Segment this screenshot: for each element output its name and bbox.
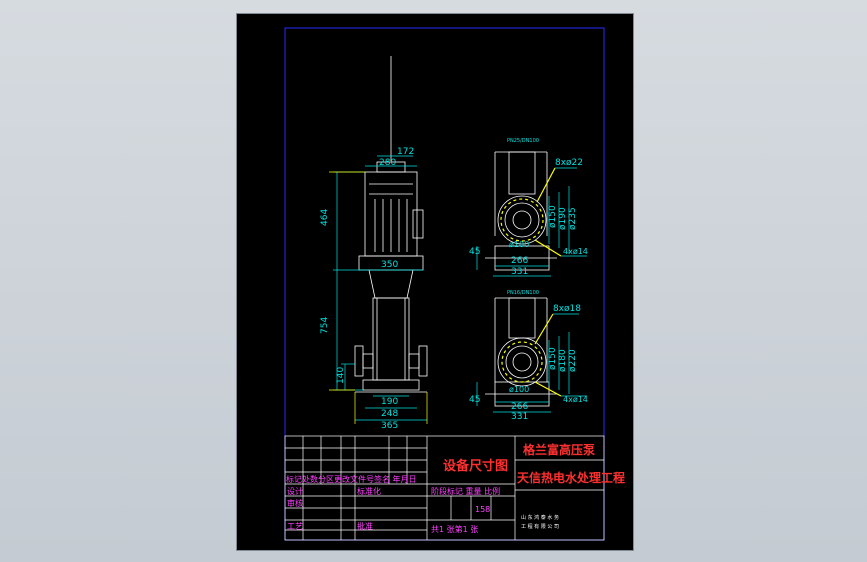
dim-45-top: 45	[469, 247, 480, 257]
dim-190: 190	[381, 397, 398, 407]
dim-d190: ø190	[558, 207, 568, 230]
dim-d100-top: ø100	[509, 240, 529, 249]
cad-viewport[interactable]: 172 280 464 350 754 140 190 248 365 PN25…	[0, 0, 867, 562]
dim-331-top: 331	[511, 267, 528, 277]
sheet-info: 共1 张第1 张	[431, 524, 478, 534]
dim-8x18: 8xø18	[553, 304, 581, 314]
dim-4x14-bottom: 4xø14	[563, 395, 588, 404]
dim-365: 365	[381, 421, 398, 431]
drawing-canvas: 172 280 464 350 754 140 190 248 365 PN25…	[284, 27, 625, 541]
project-name: 天信热电水处理工程	[517, 470, 625, 485]
dim-d220: ø220	[568, 349, 578, 372]
dim-350: 350	[381, 260, 398, 270]
label-pn25: PN25/DN100	[507, 138, 539, 144]
front-view	[354, 56, 428, 393]
company-line2: 工 程 有 限 公 司	[521, 523, 559, 530]
row-design: 设计	[287, 486, 303, 496]
row-check: 审核	[287, 498, 303, 508]
flange-circle-bottom	[497, 337, 547, 387]
side-view-top	[485, 151, 557, 271]
row-approve: 批准	[357, 521, 373, 531]
dim-140: 140	[336, 367, 346, 384]
dim-331-bottom: 331	[511, 412, 528, 422]
pump-base	[362, 379, 420, 391]
dim-45-bottom: 45	[469, 395, 480, 405]
dim-d150-bottom: ø150	[548, 347, 558, 370]
dim-754: 754	[320, 317, 330, 334]
terminal-box	[412, 209, 424, 239]
dim-4x14-top: 4xø14	[563, 247, 588, 256]
dim-280: 280	[379, 158, 396, 168]
dim-266-bottom: 266	[511, 402, 528, 412]
dim-8x22: 8xø22	[555, 158, 583, 168]
dim-d235: ø235	[568, 207, 578, 230]
dim-d100-bottom: ø100	[509, 385, 529, 394]
dim-464: 464	[320, 209, 330, 226]
dim-248: 248	[381, 409, 398, 419]
drawing-title: 设备尺寸图	[443, 458, 508, 474]
inlet-flange	[354, 345, 364, 377]
dim-d150-top: ø150	[548, 205, 558, 228]
company-line1: 山 东 鸿 泰 水 务	[521, 514, 559, 521]
revision-header: 标记处数分区更改文件号签名 年月日	[286, 474, 417, 484]
dim-172: 172	[397, 147, 414, 157]
dim-266-top: 266	[511, 256, 528, 266]
weight: 158	[475, 505, 490, 514]
outlet-flange	[418, 345, 428, 377]
label-pn16: PN16/DN100	[507, 290, 539, 296]
stage-label: 阶段标记 重量 比例	[431, 486, 500, 496]
dim-d180: ø180	[558, 349, 568, 372]
drawing-sheet[interactable]: 172 280 464 350 754 140 190 248 365 PN25…	[236, 13, 634, 551]
pump-barrel	[372, 297, 410, 381]
row-design-sign: 标准化	[357, 486, 381, 496]
row-process: 工艺	[287, 522, 303, 531]
lantern	[368, 269, 414, 299]
product-name: 格兰富高压泵	[523, 442, 595, 457]
